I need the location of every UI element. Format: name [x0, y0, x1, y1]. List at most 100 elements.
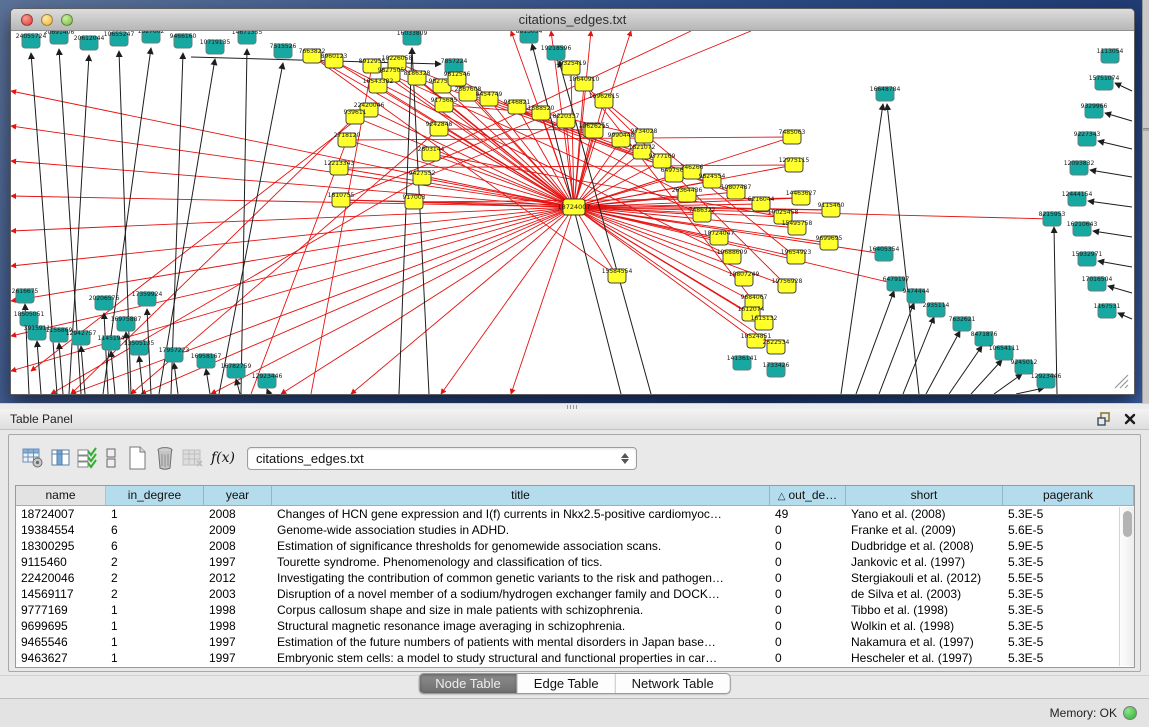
column-header-out_de[interactable]: △out_de… [770, 486, 846, 505]
network-view-window[interactable]: citations_edges.txt 24055724206914062061… [10, 8, 1135, 395]
zoom-window-icon[interactable] [61, 14, 73, 26]
close-window-icon[interactable] [21, 14, 33, 26]
svg-text:2522534: 2522534 [763, 339, 790, 346]
delete-table-icon-disabled [179, 443, 207, 473]
svg-text:14463627: 14463627 [786, 190, 817, 197]
svg-text:939611: 939611 [344, 109, 367, 116]
svg-text:12444154: 12444154 [1062, 191, 1093, 198]
function-builder-icon[interactable]: f(x) [207, 450, 239, 466]
svg-text:1810755: 1810755 [328, 192, 355, 199]
network-canvas[interactable]: 2405572420691406206120441065524715276029… [11, 31, 1134, 394]
table-cell: 5.3E-5 [1003, 586, 1113, 602]
tab-node-table[interactable]: Node Table [419, 674, 517, 693]
window-title: citations_edges.txt [11, 12, 1134, 27]
table-cell: 5.5E-5 [1003, 570, 1113, 586]
svg-text:9329966: 9329966 [1081, 103, 1108, 110]
table-settings-icon[interactable] [19, 443, 47, 473]
table-panel-header: Table Panel [0, 409, 1149, 430]
results-panel-edge[interactable] [1142, 0, 1149, 403]
table-row[interactable]: 911546021997Tourette syndrome. Phenomeno… [16, 554, 1134, 570]
tab-edge-table[interactable]: Edge Table [517, 674, 615, 693]
tab-network-table[interactable]: Network Table [615, 674, 730, 693]
status-bar: Memory: OK [0, 698, 1149, 727]
table-cell: 22420046 [16, 570, 106, 586]
table-cell: Hescheler et al. (1997) [846, 650, 1003, 666]
table-row[interactable]: 1938455462009Genome-wide association stu… [16, 522, 1134, 538]
svg-text:19756928: 19756928 [772, 278, 803, 285]
svg-text:1167531: 1167531 [1094, 303, 1121, 310]
memory-status-label: Memory: OK [1050, 706, 1117, 720]
table-cell: 5.3E-5 [1003, 634, 1113, 650]
svg-text:17359924: 17359924 [132, 291, 163, 298]
table-cell: 0 [770, 554, 846, 570]
table-cell: 5.9E-5 [1003, 538, 1113, 554]
column-header-in_degree[interactable]: in_degree [106, 486, 204, 505]
table-row[interactable]: 946554611997Estimation of the future num… [16, 634, 1134, 650]
column-header-pagerank[interactable]: pagerank [1003, 486, 1134, 505]
table-cell: Dudbridge et al. (2008) [846, 538, 1003, 554]
svg-text:1588520: 1588520 [528, 105, 555, 112]
svg-text:9777169: 9777169 [649, 153, 676, 160]
column-header-name[interactable]: name [16, 486, 106, 505]
column-header-title[interactable]: title [272, 486, 770, 505]
table-cell: 0 [770, 602, 846, 618]
svg-text:18640910: 18640910 [569, 76, 600, 83]
show-columns-icon[interactable] [47, 443, 75, 473]
svg-text:1527602: 1527602 [138, 31, 165, 35]
table-selector-dropdown[interactable]: citations_edges.txt [247, 447, 637, 470]
close-panel-icon[interactable] [1121, 411, 1139, 427]
window-titlebar[interactable]: citations_edges.txt [11, 9, 1134, 31]
svg-text:12093832: 12093832 [1064, 160, 1095, 167]
graph-nodes[interactable]: 2405572420691406206120441065524715276029… [12, 31, 1124, 388]
svg-text:16210643: 16210643 [1067, 221, 1098, 228]
table-cell: 2008 [204, 506, 272, 522]
delete-column-trash-icon[interactable] [151, 443, 179, 473]
svg-text:9175685: 9175685 [431, 97, 458, 104]
table-cell: 2 [106, 570, 204, 586]
svg-text:8454749: 8454749 [476, 91, 503, 98]
svg-text:9466160: 9466160 [170, 33, 197, 40]
table-cell: 9699695 [16, 618, 106, 634]
citation-black-edges [25, 44, 1132, 394]
resize-grip-icon[interactable] [1115, 375, 1128, 388]
svg-text:746266: 746266 [681, 164, 704, 171]
svg-text:8220337: 8220337 [553, 113, 580, 120]
table-row[interactable]: 1830029562008Estimation of significance … [16, 538, 1134, 554]
table-row[interactable]: 977716911998Corpus callosum shape and si… [16, 602, 1134, 618]
table-cell: 0 [770, 634, 846, 650]
minimize-window-icon[interactable] [41, 14, 53, 26]
new-column-icon[interactable] [123, 443, 151, 473]
table-row[interactable]: 2242004622012Investigating the contribut… [16, 570, 1134, 586]
table-mode-icon[interactable] [99, 443, 123, 473]
column-header-year[interactable]: year [204, 486, 272, 505]
float-panel-icon[interactable] [1095, 411, 1113, 427]
svg-text:12213343: 12213343 [324, 160, 355, 167]
table-cell: 0 [770, 538, 846, 554]
table-toolbar: f(x) citations_edges.txt [9, 435, 1140, 481]
table-scrollbar[interactable] [1119, 507, 1134, 666]
svg-text:9699695: 9699695 [816, 235, 843, 242]
svg-text:18724047: 18724047 [704, 230, 735, 237]
svg-text:14671355: 14671355 [232, 31, 263, 36]
svg-text:19218596: 19218596 [541, 45, 572, 52]
svg-text:13626215: 13626215 [579, 123, 610, 130]
scrollbar-thumb[interactable] [1123, 511, 1132, 537]
select-rows-icon[interactable] [75, 443, 99, 473]
svg-text:24055724: 24055724 [16, 33, 47, 40]
memory-status-icon [1123, 706, 1137, 720]
sort-ascending-icon: △ [778, 491, 786, 502]
svg-text:17957223: 17957223 [159, 347, 190, 354]
table-row[interactable]: 1872400712008Changes of HCN gene express… [16, 506, 1134, 522]
svg-text:9827505: 9827505 [378, 67, 405, 74]
column-header-short[interactable]: short [846, 486, 1003, 505]
table-cell: Changes of HCN gene expression and I(f) … [272, 506, 770, 522]
table-row[interactable]: 969969511998Structural magnetic resonanc… [16, 618, 1134, 634]
table-cell: 0 [770, 586, 846, 602]
results-panel-divider [1143, 128, 1149, 131]
graph-svg[interactable]: 2405572420691406206120441065524715276029… [11, 31, 1134, 394]
svg-text:2803144: 2803144 [418, 146, 445, 153]
table-row[interactable]: 1456911722003Disruption of a novel membe… [16, 586, 1134, 602]
table-row[interactable]: 946362711997Embryonic stem cells: a mode… [16, 650, 1134, 666]
svg-text:8471876: 8471876 [971, 331, 998, 338]
table-panel-body: f(x) citations_edges.txt namein_degreeye… [8, 434, 1141, 672]
